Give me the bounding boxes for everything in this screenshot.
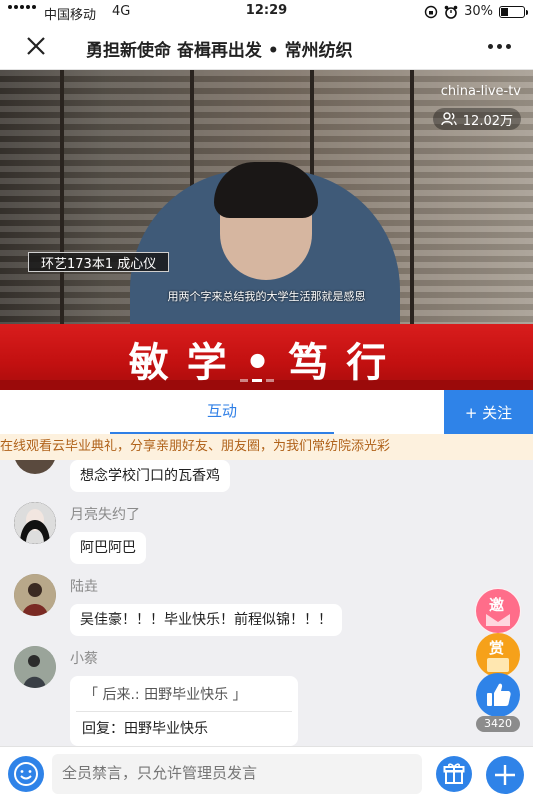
speaker-hair [214,162,318,218]
message-bubble: 想念学校门口的瓦香鸡 [70,460,230,492]
shelf-divider [60,70,64,324]
nav-bar: 勇担新使命 奋楫再出发 • 常州纺织 [0,24,533,70]
avatar [14,646,56,688]
quote-divider [76,711,292,712]
plus-icon [495,765,515,785]
live-video-player[interactable]: china-live-tv 12.02万 环艺173本1 成心仪 用两个字来总结… [0,70,533,324]
viewer-count-badge: 12.02万 [432,108,521,130]
status-bar: 中国移动 4G 12:29 30% [0,0,533,24]
viewer-count: 12.02万 [462,113,513,129]
like-count: 3420 [476,716,520,732]
reply-bubble: 「 后来.: 田野毕业快乐 」 回复：田野毕业快乐 [70,676,298,746]
invite-button[interactable]: 邀 [475,588,521,634]
close-icon[interactable] [24,34,48,58]
avatar [14,502,56,544]
bottom-bar [0,746,533,800]
gift-icon [443,763,465,784]
quoted-text: 「 后来.: 田野毕业快乐 」 [84,687,247,703]
motto-banner[interactable]: 敏学•笃行 [0,324,533,390]
tab-interaction[interactable]: 互动 [110,390,334,434]
invite-label: 邀 [489,596,505,614]
more-icon[interactable] [488,44,511,49]
page-title: 勇担新使命 奋楫再出发 • 常州纺织 [86,41,353,61]
battery-percent: 30% [464,4,493,19]
message-bubble: 阿巴阿巴 [70,532,146,564]
follow-button[interactable]: + 关注 [444,390,533,434]
channel-watermark: china-live-tv [440,84,521,99]
carousel-dots [240,379,274,382]
username: 小蔡 [70,651,98,667]
tab-label: 互动 [206,402,237,420]
status-right: 30% [424,4,528,19]
username: 月亮失约了 [70,507,140,523]
thumbs-up-icon [476,673,520,717]
battery-icon [499,5,528,18]
tab-bar: 互动 + 关注 [0,390,533,434]
shelf-divider [410,70,414,324]
smiley-icon [14,762,38,786]
people-icon [441,112,457,126]
emoji-button[interactable] [8,756,44,792]
video-subtitle: 用两个字来总结我的大学生活那就是感恩 [167,290,366,303]
comment-input[interactable] [52,754,422,794]
reply-text: 回复：田野毕业快乐 [82,721,208,737]
gift-button[interactable] [436,756,472,792]
reward-label: 赏 [489,639,505,657]
chat-list[interactable]: 想念学校门口的瓦香鸡 月亮失约了 阿巴阿巴 陆垚 吴佳豪！！！毕业快乐！前程似锦… [0,460,533,746]
notice-marquee: 在线观看云毕业典礼，分享亲朋好友、朋友圈，为我们常纺院添光彩 [0,434,533,460]
username: 陆垚 [70,579,98,595]
message-bubble: 吴佳豪！！！毕业快乐！前程似锦！！！ [70,604,342,636]
alarm-icon [444,5,458,19]
rotation-lock-icon [424,5,438,18]
speaker-nameplate: 环艺173本1 成心仪 [28,252,170,272]
add-button[interactable] [486,756,524,794]
avatar [14,460,56,474]
avatar [14,574,56,616]
like-button[interactable] [475,672,521,718]
